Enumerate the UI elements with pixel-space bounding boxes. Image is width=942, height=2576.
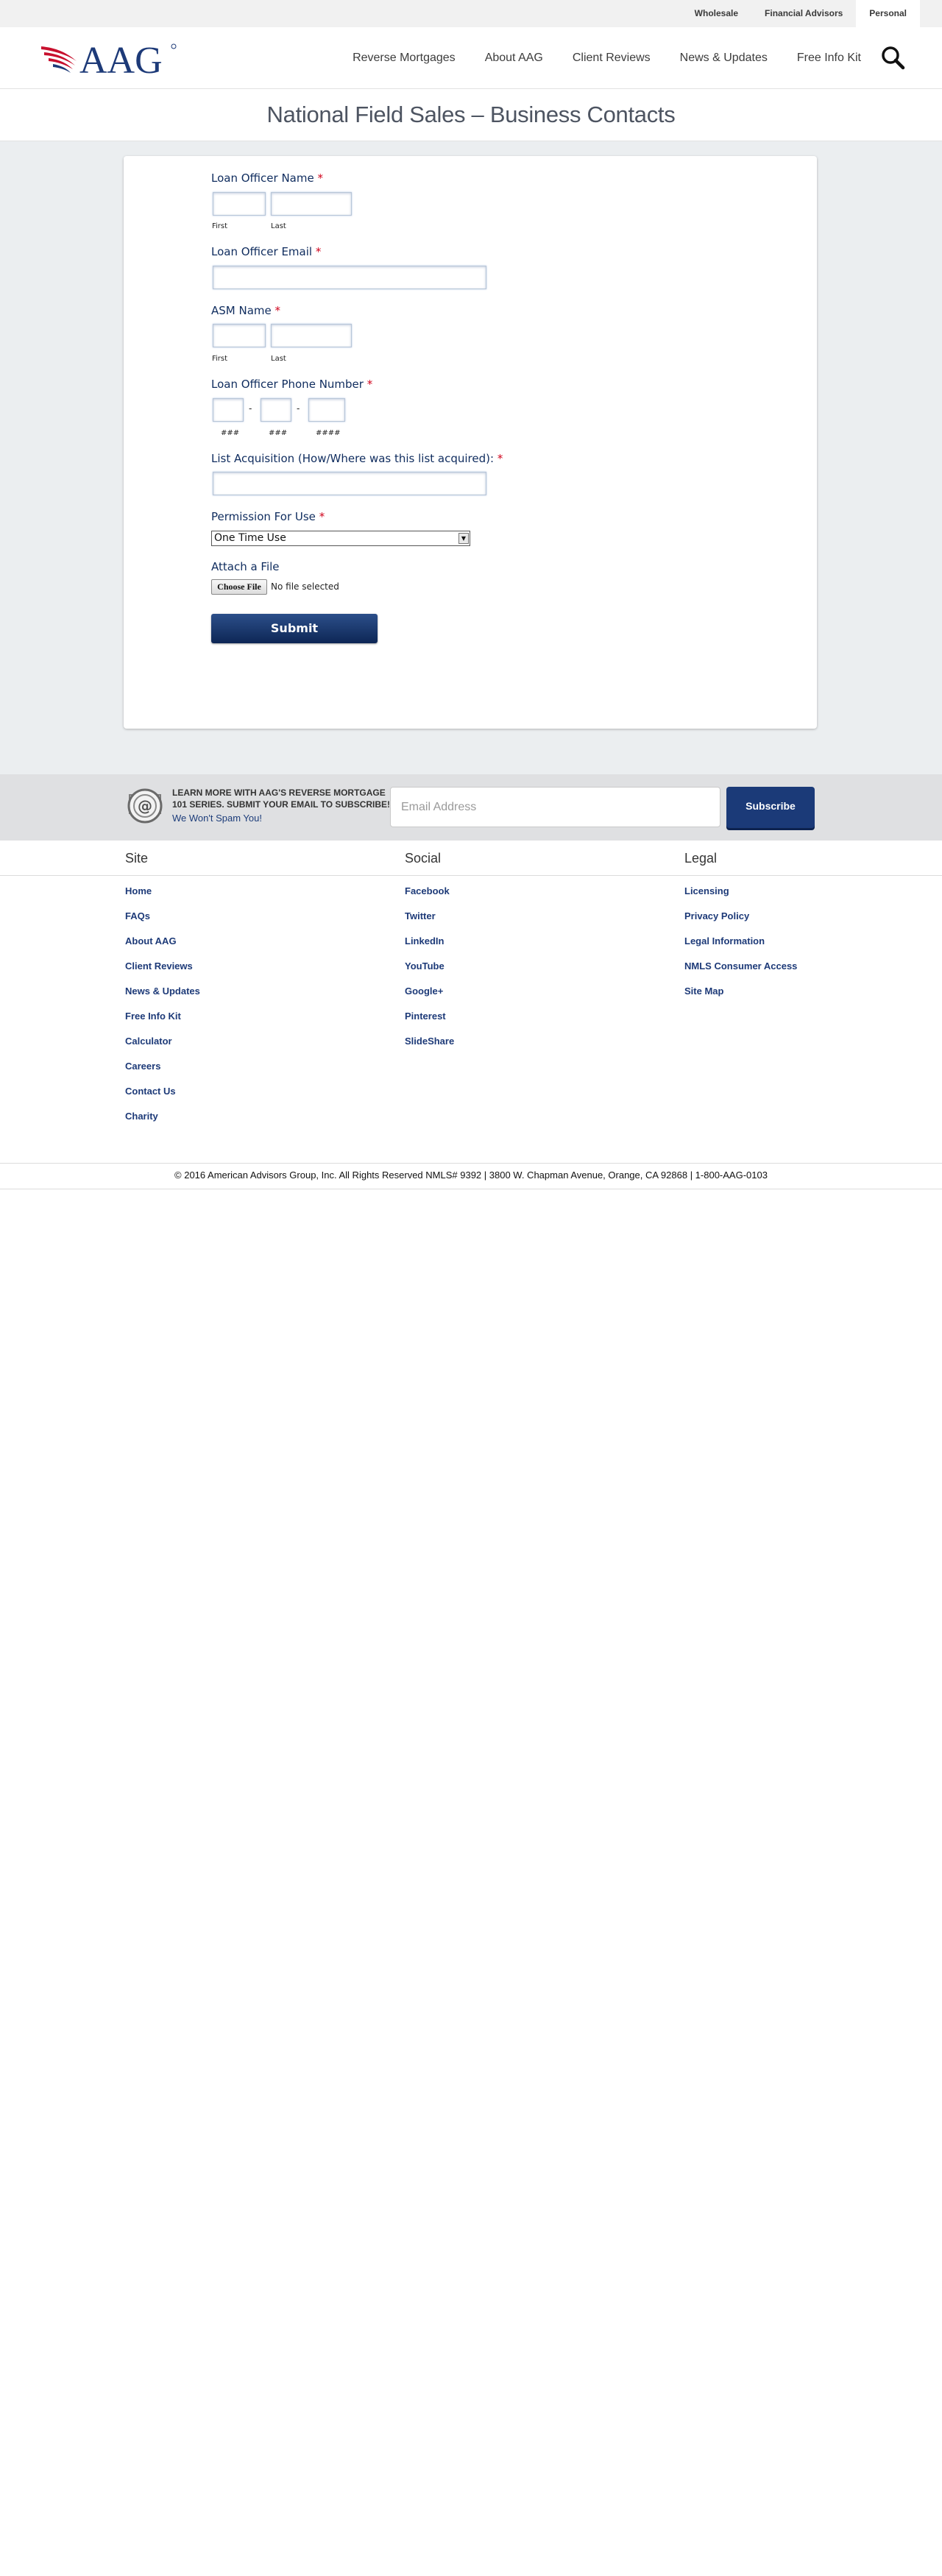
footer-link-charity[interactable]: Charity [125,1111,158,1122]
footer-link-google-plus[interactable]: Google+ [405,986,443,997]
utility-link-financial-advisors[interactable]: Financial Advisors [751,0,856,27]
logo-text: AAG [79,40,163,80]
footer-link-youtube[interactable]: YouTube [405,960,445,972]
nav-reverse-mortgages[interactable]: Reverse Mortgages [353,52,456,65]
footer-link-licensing[interactable]: Licensing [684,885,729,896]
footer-link-privacy-policy[interactable]: Privacy Policy [684,910,749,921]
footer-link-pinterest[interactable]: Pinterest [405,1011,446,1022]
subscribe-email-input[interactable]: Email Address [390,787,720,827]
phone-dash-1: - [249,403,252,414]
footer-link-site-map[interactable]: Site Map [684,986,723,997]
phone-area-code-input[interactable] [213,398,244,422]
email-at-icon: @ [127,788,163,824]
asm-name-label: ASM Name * [211,304,281,317]
permission-label: Permission For Use * [211,510,325,523]
site-header: AAG Reverse Mortgages About AAG Client R… [0,27,942,89]
asm-last-name-input[interactable] [271,324,352,347]
footer-link-careers[interactable]: Careers [125,1061,160,1072]
loan-officer-first-name-input[interactable] [213,192,266,216]
phone-hint-line: #### [316,429,341,437]
footer-link-news-updates[interactable]: News & Updates [125,986,200,997]
phone-label: Loan Officer Phone Number * [211,378,373,391]
last-sublabel: Last [271,222,286,230]
footer-site-heading: Site [125,851,149,866]
footer-link-contact-us[interactable]: Contact Us [125,1086,176,1097]
nav-free-info-kit[interactable]: Free Info Kit [797,52,861,65]
nav-client-reviews[interactable]: Client Reviews [573,52,651,65]
asm-first-name-input[interactable] [213,324,266,347]
footer-social-heading: Social [405,851,442,866]
phone-hint-prefix: ### [269,429,288,437]
aag-logo[interactable]: AAG [38,36,178,80]
form-section: Loan Officer Name * First Last Loan Offi… [0,141,942,774]
footer-link-client-reviews[interactable]: Client Reviews [125,960,193,972]
footer-link-about-aag[interactable]: About AAG [125,935,177,946]
chevron-down-icon[interactable]: ▼ [458,533,469,544]
phone-line-input[interactable] [308,398,345,422]
utility-nav: Wholesale Financial Advisors Personal [681,0,920,27]
loan-officer-last-name-input[interactable] [271,192,352,216]
utility-link-personal[interactable]: Personal [856,0,920,27]
svg-text:@: @ [138,797,152,815]
loan-officer-email-label: Loan Officer Email * [211,245,322,258]
no-spam-note: We Won't Spam You! [172,813,262,824]
copyright-divider-top [0,1163,942,1164]
attach-file-label: Attach a File [211,560,280,573]
loan-officer-name-label: Loan Officer Name * [211,171,323,185]
loan-officer-email-input[interactable] [213,266,486,289]
footer-link-legal-information[interactable]: Legal Information [684,935,765,946]
submit-button[interactable]: Submit [211,614,378,643]
nav-about-aag[interactable]: About AAG [485,52,543,65]
footer-divider [0,875,942,876]
file-status: No file selected [271,581,339,592]
subscribe-message: LEARN MORE WITH AAG'S REVERSE MORTGAGE 1… [172,788,391,810]
nav-news-updates[interactable]: News & Updates [680,52,768,65]
copyright-text: © 2016 American Advisors Group, Inc. All… [174,1170,768,1181]
page-title-bar: National Field Sales – Business Contacts [0,89,942,141]
permission-select[interactable]: One Time Use ▼ [211,531,470,546]
choose-file-button[interactable]: Choose File [211,579,267,595]
utility-bar: Wholesale Financial Advisors Personal [0,0,942,27]
permission-selected-value: One Time Use [214,532,286,544]
search-icon[interactable] [880,45,905,70]
footer-legal-heading: Legal [684,851,718,866]
footer-link-free-info-kit[interactable]: Free Info Kit [125,1011,181,1022]
footer-link-home[interactable]: Home [125,885,152,896]
asm-last-sublabel: Last [271,355,286,363]
asm-first-sublabel: First [212,355,228,363]
phone-dash-2: - [297,403,300,414]
form-card: Loan Officer Name * First Last Loan Offi… [124,156,817,729]
phone-hint-area: ### [221,429,240,437]
list-acquisition-label: List Acquisition (How/Where was this lis… [211,452,503,465]
footer-link-faqs[interactable]: FAQs [125,910,150,921]
footer-link-calculator[interactable]: Calculator [125,1036,172,1047]
subscribe-bar: @ LEARN MORE WITH AAG'S REVERSE MORTGAGE… [0,774,942,841]
utility-link-wholesale[interactable]: Wholesale [681,0,751,27]
page-title: National Field Sales – Business Contacts [266,102,676,127]
footer-link-facebook[interactable]: Facebook [405,885,450,896]
footer-link-nmls-consumer-access[interactable]: NMLS Consumer Access [684,960,797,972]
phone-prefix-input[interactable] [261,398,291,422]
footer-link-linkedin[interactable]: LinkedIn [405,935,444,946]
subscribe-button[interactable]: Subscribe [726,787,815,828]
footer-link-slideshare[interactable]: SlideShare [405,1036,454,1047]
main-nav: Reverse Mortgages About AAG Client Revie… [323,27,861,89]
footer-link-twitter[interactable]: Twitter [405,910,436,921]
first-sublabel: First [212,222,228,230]
list-acquisition-input[interactable] [213,472,486,495]
